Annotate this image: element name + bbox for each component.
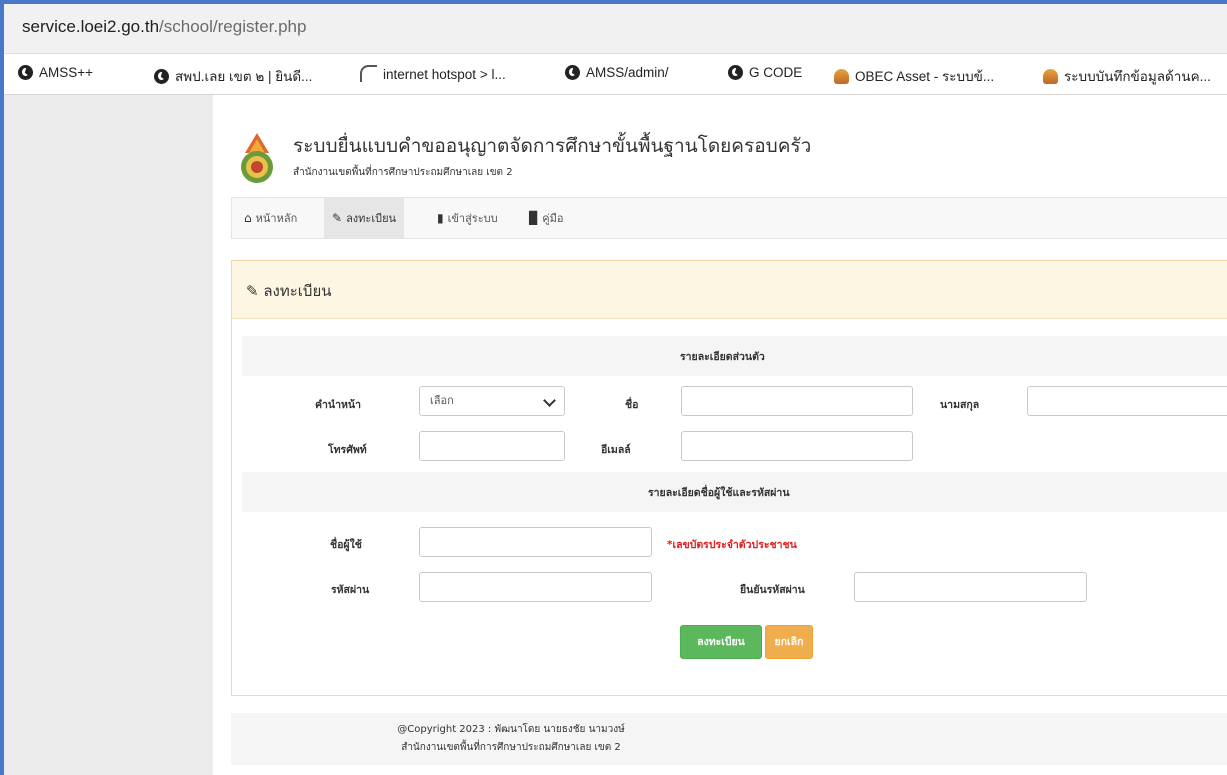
url-path: /school/register.php [159, 17, 307, 36]
book-icon: ▉ [529, 211, 539, 225]
prefix-selected-value: เลือก [430, 394, 454, 407]
section-personal: รายละเอียดส่วนตัว [242, 336, 1227, 376]
register-panel: ✎ ลงทะเบียน รายละเอียดส่วนตัว คำนำหน้า เ… [231, 260, 1227, 696]
panel-title-text: ลงทะเบียน [263, 282, 332, 300]
lock-icon: ▮ [437, 211, 444, 225]
nav-manual[interactable]: ▉ คู่มือ [521, 198, 571, 238]
phone-input[interactable] [419, 431, 565, 461]
main-nav: ⌂ หน้าหลัก ✎ ลงทะเบียน ▮ เข้าสู่ระบบ ▉ คู่มื… [231, 197, 1227, 239]
home-icon: ⌂ [244, 211, 252, 225]
footer-office: สำนักงานเขตพื้นที่การศึกษาประถมศึกษาเลย … [401, 742, 621, 753]
globe-icon [154, 69, 169, 84]
confirm-password-label: ยืนยันรหัสผ่าน [740, 584, 805, 596]
phone-label: โทรศัพท์ [328, 444, 367, 456]
prefix-label: คำนำหน้า [315, 399, 361, 411]
bookmark-label: สพป.เลย เขต ๒ | ยินดี... [175, 69, 313, 84]
flame-icon [1043, 69, 1058, 84]
flame-icon [834, 69, 849, 84]
username-input[interactable] [419, 527, 652, 557]
panel-heading: ✎ ลงทะเบียน [232, 261, 1227, 319]
nav-home[interactable]: ⌂ หน้าหลัก [236, 198, 305, 238]
bookmarks-bar: AMSS++ สพป.เลย เขต ๒ | ยินดี... internet… [4, 54, 1227, 95]
email-input[interactable] [681, 431, 913, 461]
password-input[interactable] [419, 572, 652, 602]
pencil-icon: ✎ [332, 211, 343, 225]
nav-login[interactable]: ▮ เข้าสู่ระบบ [429, 198, 506, 238]
cancel-button[interactable]: ยกเลิก [765, 625, 813, 659]
password-label: รหัสผ่าน [331, 584, 370, 596]
footer: @Copyright 2023 : พัฒนาโดย นายธงชัย นามว… [231, 713, 1227, 765]
bookmark-label: G CODE [749, 65, 803, 80]
bookmark-label: AMSS++ [39, 65, 94, 80]
bookmark-obec-asset[interactable]: OBEC Asset - ระบบข้... [834, 65, 994, 87]
url-text[interactable]: service.loei2.go.th/school/register.php [22, 17, 306, 37]
globe-icon [565, 65, 580, 80]
username-label: ชื่อผู้ใช้ [330, 539, 362, 551]
globe-icon [18, 65, 33, 80]
lastname-input[interactable] [1027, 386, 1227, 416]
address-bar[interactable]: service.loei2.go.th/school/register.php [4, 4, 1227, 54]
section-account: รายละเอียดชื่อผู้ใช้และรหัสผ่าน [242, 472, 1227, 512]
section-account-label: รายละเอียดชื่อผู้ใช้และรหัสผ่าน [648, 487, 790, 499]
nav-register-label: ลงทะเบียน [346, 212, 397, 225]
nav-home-label: หน้าหลัก [255, 212, 298, 225]
obec-logo [241, 133, 273, 183]
page-left-margin [4, 95, 213, 775]
bookmark-spp-loei[interactable]: สพป.เลย เขต ๒ | ยินดี... [154, 65, 312, 87]
pencil-icon: ✎ [246, 282, 264, 300]
register-button[interactable]: ลงทะเบียน [680, 625, 762, 659]
firstname-input[interactable] [681, 386, 913, 416]
prefix-select[interactable]: เลือก [419, 386, 565, 416]
url-host: service.loei2.go.th [22, 17, 160, 36]
bookmark-record-system[interactable]: ระบบบันทึกข้อมูลด้านค... [1043, 65, 1211, 87]
footer-copyright: @Copyright 2023 : พัฒนาโดย นายธงชัย นามว… [397, 724, 625, 735]
lastname-label: นามสกุล [940, 399, 980, 411]
site-title: ระบบยื่นแบบคำขออนุญาตจัดการศึกษาขั้นพื้น… [293, 135, 812, 157]
bookmark-label: internet hotspot > l... [383, 67, 506, 82]
email-label: อีเมลล์ [601, 444, 631, 456]
confirm-password-input[interactable] [854, 572, 1087, 602]
bookmark-amss[interactable]: AMSS++ [18, 65, 93, 80]
bookmark-amss-admin[interactable]: AMSS/admin/ [565, 65, 669, 80]
panel-title: ✎ ลงทะเบียน [246, 279, 332, 303]
bookmark-hotspot[interactable]: internet hotspot > l... [360, 65, 506, 82]
nav-register[interactable]: ✎ ลงทะเบียน [324, 198, 405, 238]
bookmark-label: AMSS/admin/ [586, 65, 669, 80]
firstname-label: ชื่อ [625, 399, 639, 411]
browser-window: service.loei2.go.th/school/register.php … [0, 0, 1227, 775]
username-hint: *เลขบัตรประจำตัวประชาชน [667, 539, 797, 551]
section-personal-label: รายละเอียดส่วนตัว [680, 351, 765, 363]
wifi-icon [360, 65, 377, 82]
bookmark-gcode[interactable]: G CODE [728, 65, 802, 80]
globe-icon [728, 65, 743, 80]
nav-manual-label: คู่มือ [542, 212, 564, 225]
bookmark-label: OBEC Asset - ระบบข้... [855, 69, 995, 84]
page-content: ระบบยื่นแบบคำขออนุญาตจัดการศึกษาขั้นพื้น… [213, 95, 1227, 775]
bookmark-label: ระบบบันทึกข้อมูลด้านค... [1064, 69, 1211, 84]
chevron-down-icon [543, 394, 556, 407]
nav-login-label: เข้าสู่ระบบ [447, 212, 498, 225]
site-subtitle: สำนักงานเขตพื้นที่การศึกษาประถมศึกษาเลย … [293, 167, 513, 178]
